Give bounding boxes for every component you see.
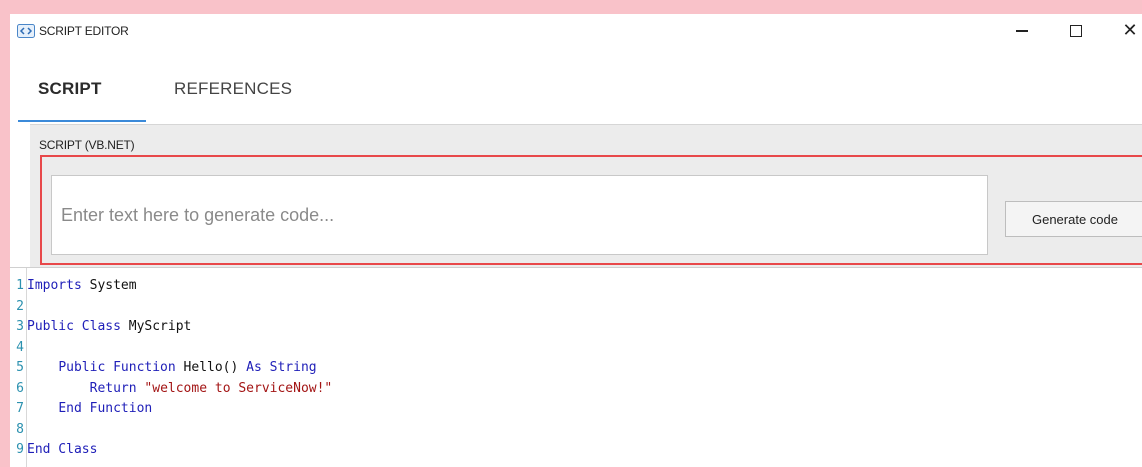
close-icon: ✕ xyxy=(1122,20,1138,41)
code-keyword: Return xyxy=(89,380,137,396)
minimize-button[interactable] xyxy=(1002,18,1042,44)
line-number: 5 xyxy=(16,360,24,375)
line-number: 2 xyxy=(16,298,24,314)
code-line[interactable]: 2 xyxy=(10,298,27,316)
code-keyword: End Class xyxy=(27,442,98,457)
line-number: 1 xyxy=(16,278,24,293)
code-token: MyScript xyxy=(120,319,192,334)
script-language-label: SCRIPT (VB.NET) xyxy=(39,138,135,152)
code-text: End Function xyxy=(24,401,152,416)
minimize-icon xyxy=(1016,30,1028,32)
code-keyword: Public Class xyxy=(27,319,121,334)
code-text: End Class xyxy=(24,442,97,457)
tab-bar: SCRIPT REFERENCES xyxy=(10,49,1142,122)
code-keyword: End Function xyxy=(58,401,153,416)
maximize-button[interactable] xyxy=(1056,18,1096,44)
line-number: 3 xyxy=(16,319,24,334)
script-panel: SCRIPT (VB.NET) Generate code xyxy=(30,124,1142,267)
line-number: 9 xyxy=(16,442,24,457)
code-line[interactable]: 6 Return "welcome to ServiceNow!" xyxy=(10,380,332,398)
generate-prompt-input[interactable] xyxy=(51,175,988,255)
code-text: Return "welcome to ServiceNow!" xyxy=(24,380,333,396)
code-token: Hello() xyxy=(175,360,247,375)
active-tab-indicator xyxy=(18,120,146,122)
close-button[interactable]: ✕ xyxy=(1110,18,1142,44)
code-keyword: Public Function xyxy=(58,360,176,375)
maximize-icon xyxy=(1070,25,1082,37)
code-line[interactable]: 4 xyxy=(10,339,27,357)
line-number: 4 xyxy=(16,339,24,355)
code-line[interactable]: 5 Public Function Hello() As String xyxy=(10,359,317,377)
code-editor[interactable]: 1 Imports System 2 3 Public Class MyScript 4 5… xyxy=(10,267,1142,467)
title-bar: SCRIPT EDITOR ✕ xyxy=(10,14,1142,49)
code-line[interactable]: 1 Imports System xyxy=(10,277,137,295)
window-title: SCRIPT EDITOR xyxy=(39,24,129,38)
line-number: 7 xyxy=(16,401,24,416)
code-keyword: Imports xyxy=(27,278,82,293)
code-string: "welcome to ServiceNow!" xyxy=(144,380,333,396)
code-text: Public Class MyScript xyxy=(24,319,191,334)
script-editor-window: SCRIPT EDITOR ✕ SCRIPT REFERENCES SCRIPT… xyxy=(10,14,1142,467)
line-number: 6 xyxy=(16,380,24,396)
code-line[interactable]: 8 xyxy=(10,421,27,439)
code-text: Imports System xyxy=(24,278,137,293)
generate-code-button[interactable]: Generate code xyxy=(1005,201,1142,237)
tab-references[interactable]: REFERENCES xyxy=(174,79,292,99)
code-token: System xyxy=(81,278,137,293)
code-brackets-icon xyxy=(17,24,35,38)
code-line[interactable]: 3 Public Class MyScript xyxy=(10,318,191,336)
tab-script[interactable]: SCRIPT xyxy=(38,79,102,99)
code-text: Public Function Hello() As String xyxy=(24,360,317,375)
code-line[interactable]: 7 End Function xyxy=(10,400,152,418)
code-line[interactable]: 9 End Class xyxy=(10,441,97,459)
cropped-caption-strip xyxy=(0,0,1120,14)
line-number: 8 xyxy=(16,421,24,437)
code-keyword: As String xyxy=(246,360,317,375)
